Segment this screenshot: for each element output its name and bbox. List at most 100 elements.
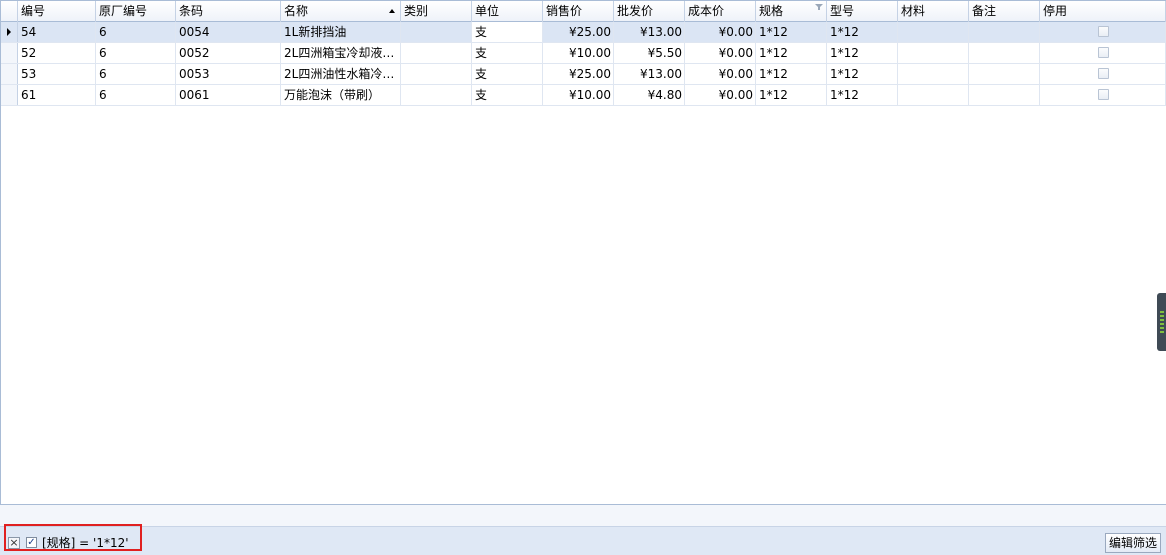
cell-cost-price[interactable]: ¥0.00 bbox=[685, 85, 756, 105]
disabled-checkbox[interactable] bbox=[1098, 89, 1109, 100]
cell-material[interactable] bbox=[898, 64, 969, 84]
cell-disabled[interactable] bbox=[1040, 85, 1166, 105]
filter-icon[interactable] bbox=[815, 4, 823, 10]
cell-remark[interactable] bbox=[969, 22, 1040, 42]
row-indicator[interactable] bbox=[1, 43, 18, 63]
cell-barcode[interactable]: 0054 bbox=[176, 22, 281, 42]
cell-spec[interactable]: 1*12 bbox=[756, 22, 827, 42]
cell-sale-price[interactable]: ¥25.00 bbox=[543, 64, 614, 84]
cell-factory-no[interactable]: 6 bbox=[96, 64, 176, 84]
cell-category[interactable] bbox=[401, 85, 472, 105]
cell-cost-price[interactable]: ¥0.00 bbox=[685, 22, 756, 42]
clear-filter-button[interactable]: × bbox=[8, 537, 20, 549]
cell-model[interactable]: 1*12 bbox=[827, 43, 898, 63]
cell-disabled[interactable] bbox=[1040, 64, 1166, 84]
scroll-handle[interactable] bbox=[1157, 293, 1166, 351]
col-factory-no-header[interactable]: 原厂编号 bbox=[96, 1, 176, 22]
col-remark-header[interactable]: 备注 bbox=[969, 1, 1040, 22]
cell-name[interactable]: 1L新排挡油 bbox=[281, 22, 401, 42]
col-cost-price-header[interactable]: 成本价 bbox=[685, 1, 756, 22]
cell-material[interactable] bbox=[898, 85, 969, 105]
cell-model[interactable]: 1*12 bbox=[827, 64, 898, 84]
sort-ascending-icon[interactable] bbox=[389, 9, 395, 13]
cell-remark[interactable] bbox=[969, 64, 1040, 84]
edit-filter-button[interactable]: 编辑筛选 bbox=[1105, 533, 1161, 553]
cell-unit[interactable]: 支 bbox=[472, 43, 543, 63]
header-label: 编号 bbox=[21, 4, 46, 18]
disabled-checkbox[interactable] bbox=[1098, 68, 1109, 79]
cell-remark[interactable] bbox=[969, 85, 1040, 105]
col-id-header[interactable]: 编号 bbox=[18, 1, 96, 22]
cell-unit[interactable]: 支 bbox=[472, 85, 543, 105]
col-sale-price-header[interactable]: 销售价 bbox=[543, 1, 614, 22]
data-grid[interactable]: 编号 原厂编号 条码 名称 类别 单位 销售价 批发价 成本价 规格 型号 材料 备注 停用 54 6 005… bbox=[0, 0, 1166, 504]
cell-barcode[interactable]: 0053 bbox=[176, 64, 281, 84]
cell-cost-price[interactable]: ¥0.00 bbox=[685, 64, 756, 84]
cell-spec[interactable]: 1*12 bbox=[756, 85, 827, 105]
cell-sale-price[interactable]: ¥10.00 bbox=[543, 85, 614, 105]
col-barcode-header[interactable]: 条码 bbox=[176, 1, 281, 22]
disabled-checkbox[interactable] bbox=[1098, 47, 1109, 58]
col-material-header[interactable]: 材料 bbox=[898, 1, 969, 22]
header-label: 成本价 bbox=[688, 4, 725, 18]
cell-factory-no[interactable]: 6 bbox=[96, 43, 176, 63]
cell-disabled[interactable] bbox=[1040, 43, 1166, 63]
col-category-header[interactable]: 类别 bbox=[401, 1, 472, 22]
row-indicator[interactable] bbox=[1, 22, 18, 42]
cell-disabled[interactable] bbox=[1040, 22, 1166, 42]
filter-enable-checkbox[interactable]: ✓ bbox=[26, 537, 37, 548]
cell-id[interactable]: 53 bbox=[18, 64, 96, 84]
cell-wholesale-price[interactable]: ¥5.50 bbox=[614, 43, 685, 63]
cell-spec[interactable]: 1*12 bbox=[756, 64, 827, 84]
cell-unit[interactable]: 支 bbox=[472, 64, 543, 84]
header-label: 备注 bbox=[972, 4, 997, 18]
col-unit-header[interactable]: 单位 bbox=[472, 1, 543, 22]
cell-id[interactable]: 61 bbox=[18, 85, 96, 105]
col-wholesale-price-header[interactable]: 批发价 bbox=[614, 1, 685, 22]
cell-wholesale-price[interactable]: ¥13.00 bbox=[614, 64, 685, 84]
cell-unit[interactable]: 支 bbox=[472, 22, 543, 42]
cell-barcode[interactable]: 0052 bbox=[176, 43, 281, 63]
cell-name[interactable]: 2L四洲油性水箱冷… bbox=[281, 64, 401, 84]
col-spec-header[interactable]: 规格 bbox=[756, 1, 827, 22]
cell-model[interactable]: 1*12 bbox=[827, 85, 898, 105]
cell-spec[interactable]: 1*12 bbox=[756, 43, 827, 63]
cell-category[interactable] bbox=[401, 64, 472, 84]
header-label: 单位 bbox=[475, 4, 500, 18]
header-label: 规格 bbox=[759, 4, 784, 18]
cell-factory-no[interactable]: 6 bbox=[96, 85, 176, 105]
header-label: 原厂编号 bbox=[99, 4, 148, 18]
col-name-header[interactable]: 名称 bbox=[281, 1, 401, 22]
cell-remark[interactable] bbox=[969, 43, 1040, 63]
cell-id[interactable]: 54 bbox=[18, 22, 96, 42]
cell-model[interactable]: 1*12 bbox=[827, 22, 898, 42]
col-disabled-header[interactable]: 停用 bbox=[1040, 1, 1166, 22]
cell-id[interactable]: 52 bbox=[18, 43, 96, 63]
header-label: 条码 bbox=[179, 4, 204, 18]
cell-barcode[interactable]: 0061 bbox=[176, 85, 281, 105]
cell-sale-price[interactable]: ¥10.00 bbox=[543, 43, 614, 63]
cell-name[interactable]: 万能泡沫（带刷） bbox=[281, 85, 401, 105]
table-row[interactable]: 52 6 0052 2L四洲箱宝冷却液… 支 ¥10.00 ¥5.50 ¥0.00 1*12 1*… bbox=[1, 43, 1166, 64]
cell-category[interactable] bbox=[401, 22, 472, 42]
col-model-header[interactable]: 型号 bbox=[827, 1, 898, 22]
disabled-checkbox[interactable] bbox=[1098, 26, 1109, 37]
cell-factory-no[interactable]: 6 bbox=[96, 22, 176, 42]
table-row[interactable]: 54 6 0054 1L新排挡油支 ¥25.00 ¥13.00 ¥0.00 1*12 1*12 bbox=[1, 22, 1166, 43]
cell-category[interactable] bbox=[401, 43, 472, 63]
current-row-arrow-icon bbox=[7, 28, 11, 36]
footer-strip bbox=[0, 505, 1166, 527]
table-row[interactable]: 53 6 0053 2L四洲油性水箱冷… 支 ¥25.00 ¥13.00 ¥0.00 1*12 1… bbox=[1, 64, 1166, 85]
cell-wholesale-price[interactable]: ¥4.80 bbox=[614, 85, 685, 105]
cell-wholesale-price[interactable]: ¥13.00 bbox=[614, 22, 685, 42]
cell-name[interactable]: 2L四洲箱宝冷却液… bbox=[281, 43, 401, 63]
cell-material[interactable] bbox=[898, 22, 969, 42]
cell-material[interactable] bbox=[898, 43, 969, 63]
cell-cost-price[interactable]: ¥0.00 bbox=[685, 43, 756, 63]
row-indicator[interactable] bbox=[1, 85, 18, 105]
filter-panel: × ✓ [规格] = '1*12' 编辑筛选 bbox=[0, 504, 1166, 555]
filter-expression[interactable]: [规格] = '1*12' bbox=[42, 536, 129, 550]
cell-sale-price[interactable]: ¥25.00 bbox=[543, 22, 614, 42]
table-row[interactable]: 61 6 0061 万能泡沫（带刷）支 ¥10.00 ¥4.80 ¥0.00 1*12 1*12 bbox=[1, 85, 1166, 106]
row-indicator[interactable] bbox=[1, 64, 18, 84]
